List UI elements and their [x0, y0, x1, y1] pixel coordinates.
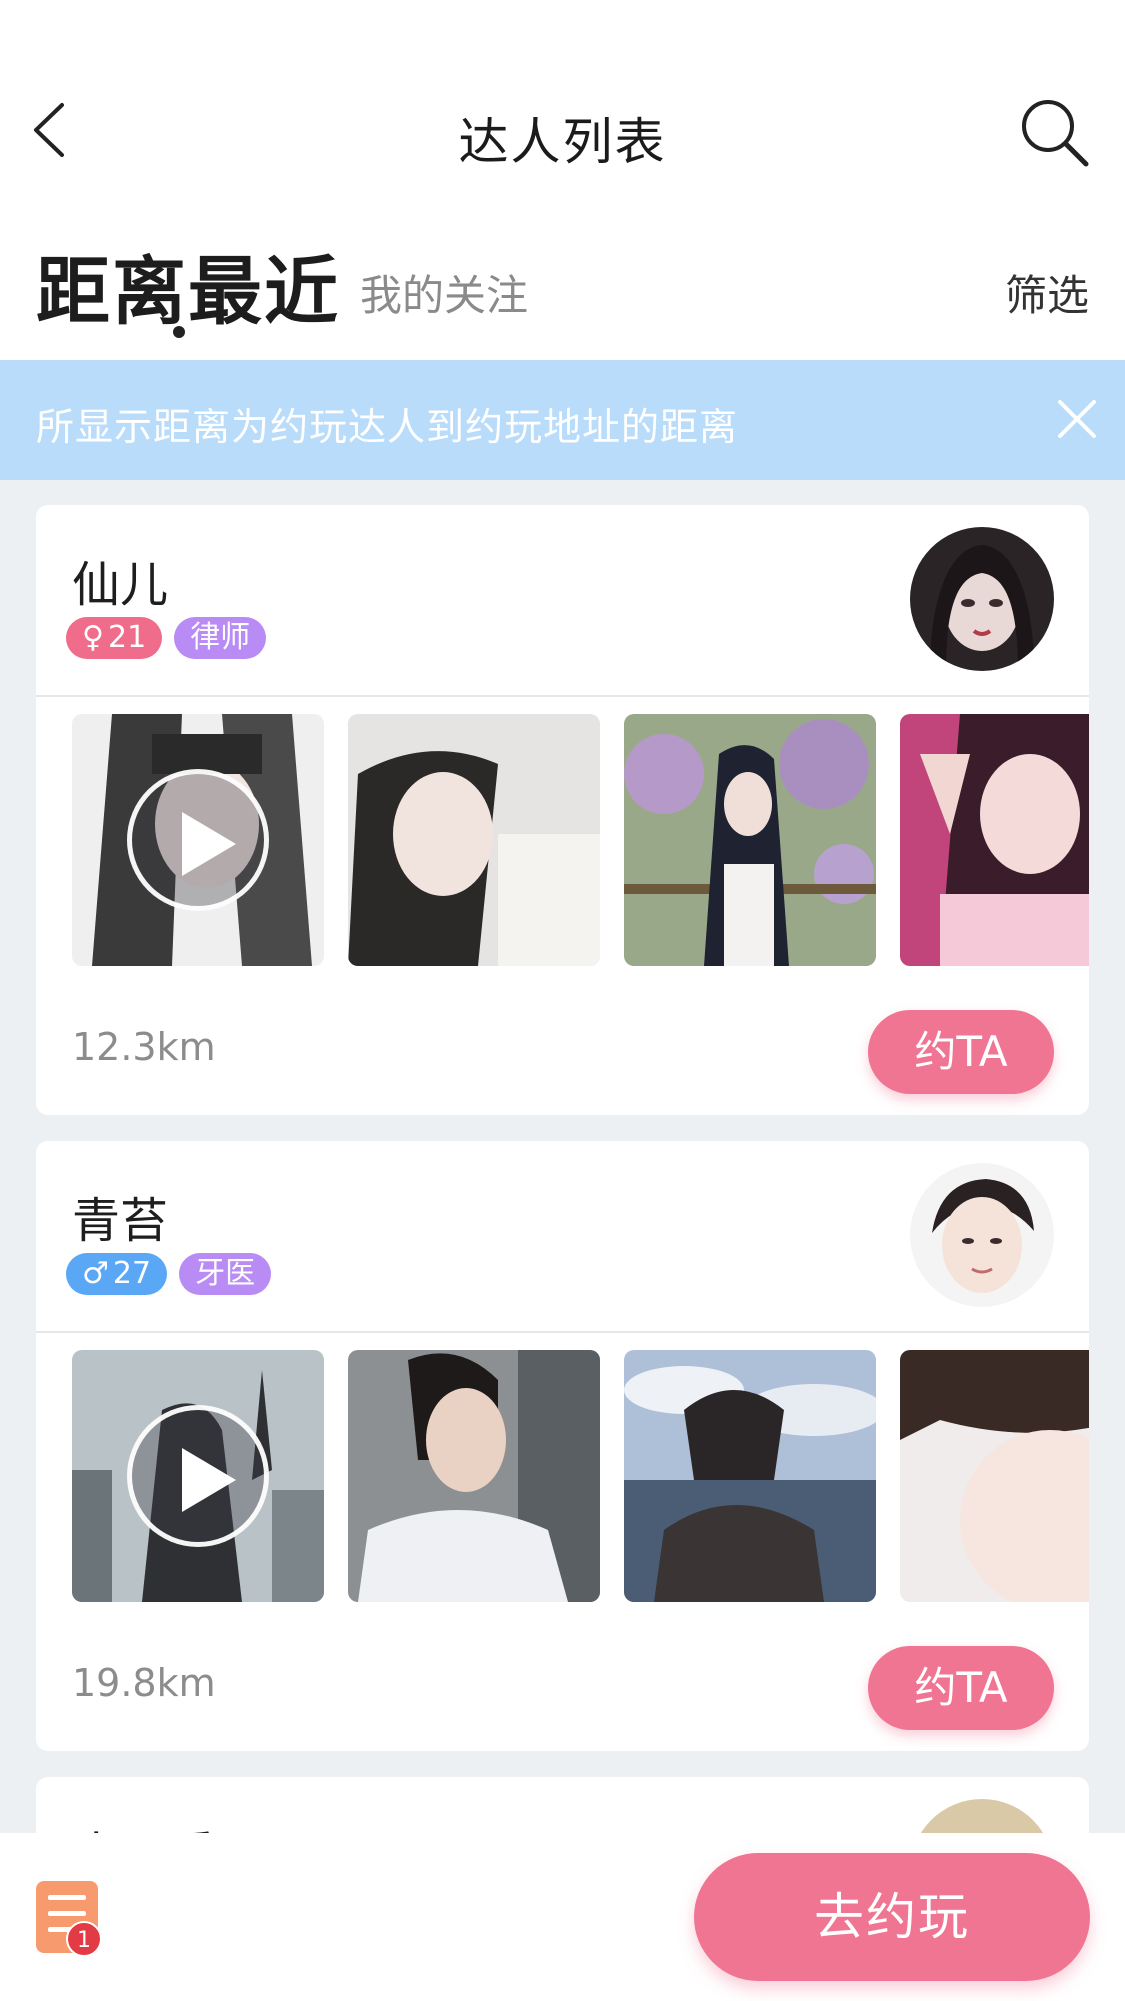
- avatar[interactable]: [910, 1163, 1054, 1307]
- book-button[interactable]: 约TA: [868, 1010, 1054, 1094]
- video-thumbnail[interactable]: [72, 1350, 324, 1602]
- avatar-image: [910, 527, 1054, 671]
- female-icon: ♀: [82, 620, 104, 655]
- navigation-bar: 达人列表: [0, 80, 1125, 180]
- book-button[interactable]: 约TA: [868, 1646, 1054, 1730]
- notice-close-button[interactable]: [1054, 396, 1100, 442]
- job-tag: 律师: [174, 617, 267, 659]
- play-icon[interactable]: [127, 1405, 269, 1547]
- gender-age-tag: ♂ 27: [66, 1253, 168, 1295]
- photo-image: [900, 714, 1089, 966]
- photo-thumbnail[interactable]: [900, 1350, 1089, 1602]
- expert-card[interactable]: 青苔 ♂ 27 牙医 19.8km 约TA: [36, 1141, 1089, 1751]
- video-thumbnail[interactable]: [72, 714, 324, 966]
- gender-age-tag: ♀ 21: [66, 617, 163, 659]
- tab-nearest[interactable]: 距离最近: [36, 232, 340, 339]
- photo-strip[interactable]: [72, 714, 1089, 966]
- photo-thumbnail[interactable]: [624, 714, 876, 966]
- filter-button[interactable]: 筛选: [1005, 262, 1089, 323]
- divider: [36, 695, 1089, 697]
- photo-thumbnail[interactable]: [348, 714, 600, 966]
- search-button[interactable]: [1018, 96, 1090, 168]
- job-tag: 牙医: [179, 1253, 272, 1295]
- photo-image: [900, 1350, 1089, 1602]
- photo-image: [624, 1350, 876, 1602]
- avatar[interactable]: [910, 527, 1054, 671]
- age-text: 21: [107, 620, 147, 655]
- page-title: 达人列表: [458, 113, 667, 171]
- photo-image: [624, 714, 876, 966]
- avatar-image: [910, 1163, 1054, 1307]
- distance-notice-banner: 所显示距离为约玩达人到约玩地址的距离: [0, 360, 1125, 480]
- notice-text: 所显示距离为约玩达人到约玩地址的距离: [36, 405, 739, 449]
- play-icon[interactable]: [127, 769, 269, 911]
- active-tab-indicator: [173, 326, 185, 338]
- top-area: 达人列表 距离最近 我的关注 筛选: [0, 0, 1125, 360]
- search-icon: [1022, 100, 1089, 167]
- sort-tabs: 距离最近 我的关注 筛选: [0, 232, 1125, 342]
- male-icon: ♂: [82, 1256, 109, 1291]
- tag-row: ♀ 21 律师: [66, 617, 267, 659]
- photo-strip[interactable]: [72, 1350, 1089, 1602]
- age-text: 27: [112, 1256, 152, 1291]
- distance-text: 12.3km: [72, 1025, 216, 1069]
- expert-name: 青苔: [72, 1193, 169, 1249]
- tag-row: ♂ 27 牙医: [66, 1253, 272, 1295]
- divider: [36, 1331, 1089, 1333]
- photo-image: [348, 1350, 600, 1602]
- expert-card[interactable]: 仙儿 ♀ 21 律师 12.3km 约TA: [36, 505, 1089, 1115]
- tab-following[interactable]: 我的关注: [360, 262, 528, 323]
- photo-thumbnail[interactable]: [348, 1350, 600, 1602]
- notification-badge: 1: [66, 1921, 102, 1957]
- go-play-button[interactable]: 去约玩: [694, 1853, 1090, 1981]
- close-icon: [1058, 400, 1096, 438]
- photo-thumbnail[interactable]: [900, 714, 1089, 966]
- expert-name: 仙儿: [72, 557, 169, 613]
- photo-image: [348, 714, 600, 966]
- distance-text: 19.8km: [72, 1661, 216, 1705]
- photo-thumbnail[interactable]: [624, 1350, 876, 1602]
- bottom-action-bar: 1 去约玩: [0, 1833, 1125, 2001]
